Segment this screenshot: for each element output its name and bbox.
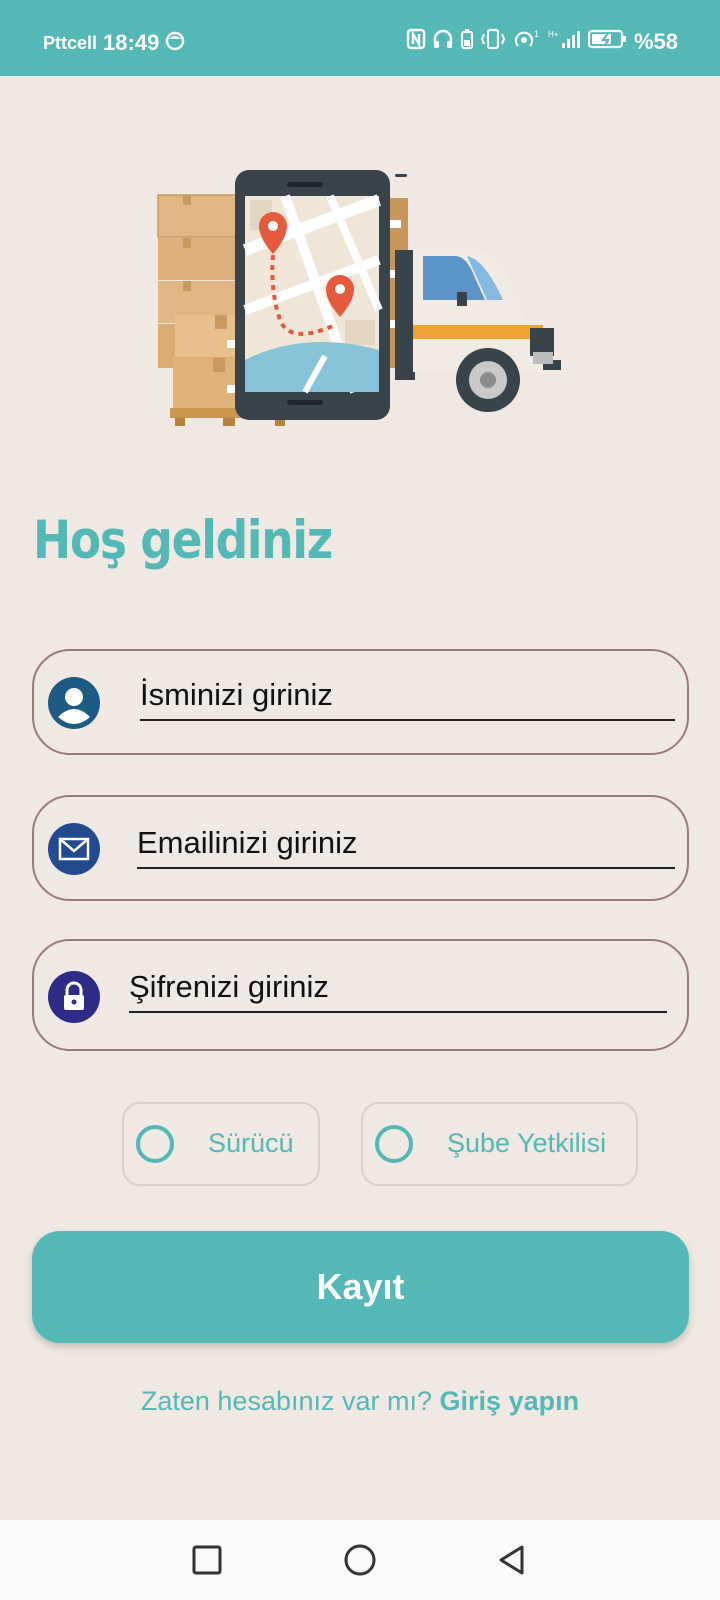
role-driver-radio[interactable]: Sürücü [122,1102,320,1186]
back-icon[interactable] [492,1540,532,1580]
recents-icon[interactable] [187,1540,227,1580]
radio-circle-branch-manager[interactable] [375,1125,413,1163]
hotspot-icon: 1 [512,28,542,55]
role-branch-manager-radio[interactable]: Şube Yetkilisi [361,1102,638,1186]
battery-icon [587,28,628,55]
name-input[interactable] [140,671,675,721]
role-branch-manager-label: Şube Yetkilisi [447,1128,607,1158]
radio-circle-driver[interactable] [136,1125,174,1163]
clock: 18:49 [103,30,160,55]
login-link[interactable]: Giriş yapın [440,1386,580,1416]
headphones-icon [432,28,454,55]
delivery-illustration [155,160,575,440]
envelope-icon [48,823,100,875]
nfc-icon [406,28,426,55]
email-field[interactable] [32,795,689,901]
lock-icon [48,971,100,1023]
battery-percentage: %58 [633,28,678,54]
svg-text:H+: H+ [548,30,559,39]
login-prompt: Zaten hesabınız var mı? Giriş yapın [0,1386,720,1417]
signal-icon: H+ [548,28,582,55]
register-button[interactable]: Kayıt [32,1231,689,1343]
svg-text:1: 1 [534,29,539,39]
role-driver-label: Sürücü [208,1128,294,1158]
navigation-bar [0,1520,720,1600]
home-icon[interactable] [340,1540,380,1580]
name-field[interactable] [32,649,689,755]
status-bar: Pttcell 18:49 1 H+ %58 [0,0,720,76]
password-field[interactable] [32,939,689,1051]
email-input[interactable] [137,819,675,869]
battery-saver-icon [460,28,474,55]
password-input[interactable] [129,963,667,1013]
user-icon [48,677,100,729]
login-question: Zaten hesabınız var mı? [140,1386,433,1416]
carrier-name: Pttcell [43,32,98,53]
face-icon [165,31,185,56]
welcome-title: Hoş geldiniz [33,510,333,571]
vibrate-icon [480,28,506,55]
